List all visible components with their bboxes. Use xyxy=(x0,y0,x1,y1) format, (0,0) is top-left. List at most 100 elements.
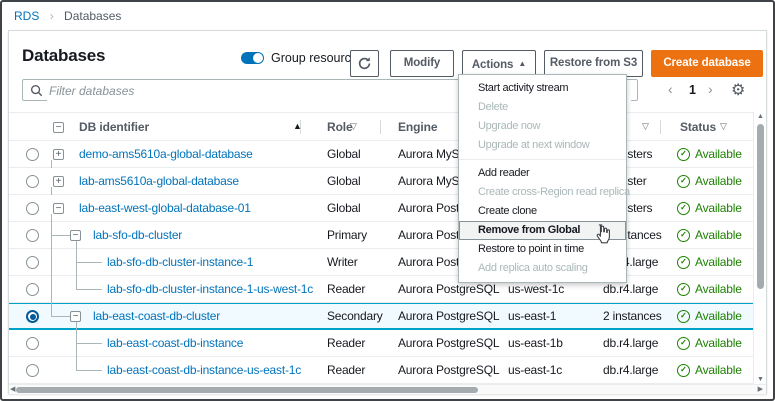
collapse-row-icon[interactable]: − xyxy=(70,230,81,241)
tree-line xyxy=(51,187,52,195)
radio-button[interactable] xyxy=(26,364,39,377)
status-cell: Available xyxy=(695,249,742,275)
table-row[interactable]: − lab-east-coast-db-cluster Secondary Auror… xyxy=(9,303,753,330)
actions-button[interactable]: Actions▲ xyxy=(462,50,536,77)
status-available-icon: ✓ xyxy=(677,202,690,215)
collapse-row-icon[interactable]: − xyxy=(53,203,64,214)
horizontal-scrollbar[interactable]: ◀ ▶ xyxy=(9,384,766,394)
tree-line xyxy=(76,241,77,249)
scroll-left-icon[interactable]: ◀ xyxy=(10,385,15,394)
header-divider xyxy=(300,120,301,134)
tree-line xyxy=(51,276,52,303)
tree-line xyxy=(51,316,70,317)
role-cell: Secondary xyxy=(327,303,383,329)
role-cell: Global xyxy=(327,168,361,194)
radio-button[interactable] xyxy=(26,202,39,215)
group-resources-toggle[interactable] xyxy=(241,52,264,64)
table-row[interactable]: −lab-sfo-db-clusterPrimaryAurora Postgre… xyxy=(9,222,753,249)
restore-from-s3-button[interactable]: Restore from S3 xyxy=(544,50,643,77)
tree-line xyxy=(76,357,77,371)
db-identifier-link[interactable]: lab-sfo-db-cluster-instance-1 xyxy=(107,249,253,275)
table-row[interactable]: lab-sfo-db-cluster-instance-1-us-west-1c… xyxy=(9,276,753,303)
breadcrumb-rds-link[interactable]: RDS xyxy=(14,9,39,23)
db-identifier-link[interactable]: lab-east-west-global-database-01 xyxy=(79,195,251,221)
status-available-icon: ✓ xyxy=(677,256,690,269)
menu-item: Upgrade now xyxy=(459,117,626,136)
column-header-engine[interactable]: Engine xyxy=(398,120,437,134)
radio-button[interactable] xyxy=(26,310,39,323)
modify-button[interactable]: Modify xyxy=(390,50,454,77)
column-header-db-identifier[interactable]: DB identifier xyxy=(79,120,149,134)
column-header-role[interactable]: Role xyxy=(327,120,353,134)
vertical-scrollbar[interactable]: ▲ ▼ xyxy=(753,112,766,384)
db-identifier-link[interactable]: lab-sfo-db-cluster xyxy=(93,222,182,248)
pagination-next-icon[interactable]: › xyxy=(708,81,713,97)
table-row[interactable]: +demo-ams5610a-global-databaseGlobalAuro… xyxy=(9,141,753,168)
status-available-icon: ✓ xyxy=(677,364,690,377)
expand-row-icon[interactable]: + xyxy=(53,149,64,160)
size-sort-icon[interactable]: ▽ xyxy=(642,121,649,132)
radio-button[interactable] xyxy=(26,229,39,242)
menu-item[interactable]: Start activity stream xyxy=(459,79,626,98)
menu-item[interactable]: Add reader xyxy=(459,164,626,183)
table-row[interactable]: +lab-ams5610a-global-databaseGlobalAuror… xyxy=(9,168,753,195)
menu-item[interactable]: Create clone xyxy=(459,202,626,221)
expand-row-icon[interactable]: + xyxy=(53,176,64,187)
horizontal-scrollbar-thumb[interactable] xyxy=(16,387,478,393)
db-identifier-link[interactable]: demo-ams5610a-global-database xyxy=(79,141,253,167)
vertical-scrollbar-thumb[interactable] xyxy=(757,124,764,289)
tree-line xyxy=(76,262,102,263)
db-identifier-link[interactable]: lab-east-coast-db-cluster xyxy=(93,303,220,329)
menu-item: Create cross-Region read replica xyxy=(459,183,626,202)
radio-button[interactable] xyxy=(26,337,39,350)
create-database-button[interactable]: Create database xyxy=(651,50,763,77)
radio-button[interactable] xyxy=(26,148,39,161)
tree-line xyxy=(76,289,102,290)
status-available-icon: ✓ xyxy=(677,337,690,350)
radio-button[interactable] xyxy=(26,256,39,269)
breadcrumb-chevron-icon: › xyxy=(50,9,54,23)
radio-button[interactable] xyxy=(26,175,39,188)
table-row[interactable]: lab-sfo-db-cluster-instance-1WriterAuror… xyxy=(9,249,753,276)
tree-line xyxy=(51,235,70,236)
db-identifier-link[interactable]: lab-sfo-db-cluster-instance-1-us-west-1c xyxy=(107,276,313,302)
page-title: Databases xyxy=(22,46,105,66)
status-cell: Available xyxy=(695,357,742,383)
db-identifier-link[interactable]: lab-east-coast-db-instance xyxy=(107,330,243,356)
toggle-knob xyxy=(253,53,263,63)
status-available-icon: ✓ xyxy=(677,175,690,188)
tree-line xyxy=(51,249,52,276)
radio-button[interactable] xyxy=(26,283,39,296)
db-identifier-link[interactable]: lab-ams5610a-global-database xyxy=(79,168,239,194)
menu-divider xyxy=(459,159,626,160)
table-row[interactable]: −lab-east-west-global-database-01GlobalA… xyxy=(9,195,753,222)
size-cell: db.r4.large xyxy=(603,330,658,356)
collapse-all-checkbox[interactable]: − xyxy=(53,122,64,133)
status-sort-icon[interactable]: ▽ xyxy=(720,121,727,132)
role-cell: Reader xyxy=(327,330,365,356)
header-divider xyxy=(380,120,381,134)
tree-line xyxy=(76,343,102,344)
table-row[interactable]: lab-east-coast-db-instance Reader Aurora P… xyxy=(9,330,753,357)
scroll-up-icon[interactable]: ▲ xyxy=(757,113,764,120)
preferences-gear-icon[interactable]: ⚙ xyxy=(731,80,745,100)
engine-cell: Aurora PostgreSQL xyxy=(398,330,499,356)
tree-line xyxy=(51,160,52,168)
scroll-down-icon[interactable]: ▼ xyxy=(757,376,764,383)
pagination-current-page[interactable]: 1 xyxy=(689,83,696,97)
role-sort-icon[interactable]: ▽ xyxy=(350,121,357,132)
collapse-row-icon[interactable]: − xyxy=(70,311,81,322)
db-identifier-link[interactable]: lab-east-coast-db-instance-us-east-1c xyxy=(107,357,301,383)
role-cell: Primary xyxy=(327,222,367,248)
table-row[interactable]: lab-east-coast-db-instance-us-east-1cRea… xyxy=(9,357,753,384)
scroll-right-icon[interactable]: ▶ xyxy=(758,385,763,394)
size-cell: db.r4.large xyxy=(603,357,658,383)
refresh-button[interactable] xyxy=(350,50,379,77)
status-cell: Available xyxy=(695,141,742,167)
engine-cell: Aurora PostgreSQL xyxy=(398,303,499,329)
column-header-status[interactable]: Status xyxy=(680,120,716,134)
search-icon xyxy=(30,84,43,97)
caret-up-icon: ▲ xyxy=(518,59,526,68)
pagination-previous-icon[interactable]: ‹ xyxy=(668,81,673,97)
menu-item: Add replica auto scaling xyxy=(459,259,626,278)
